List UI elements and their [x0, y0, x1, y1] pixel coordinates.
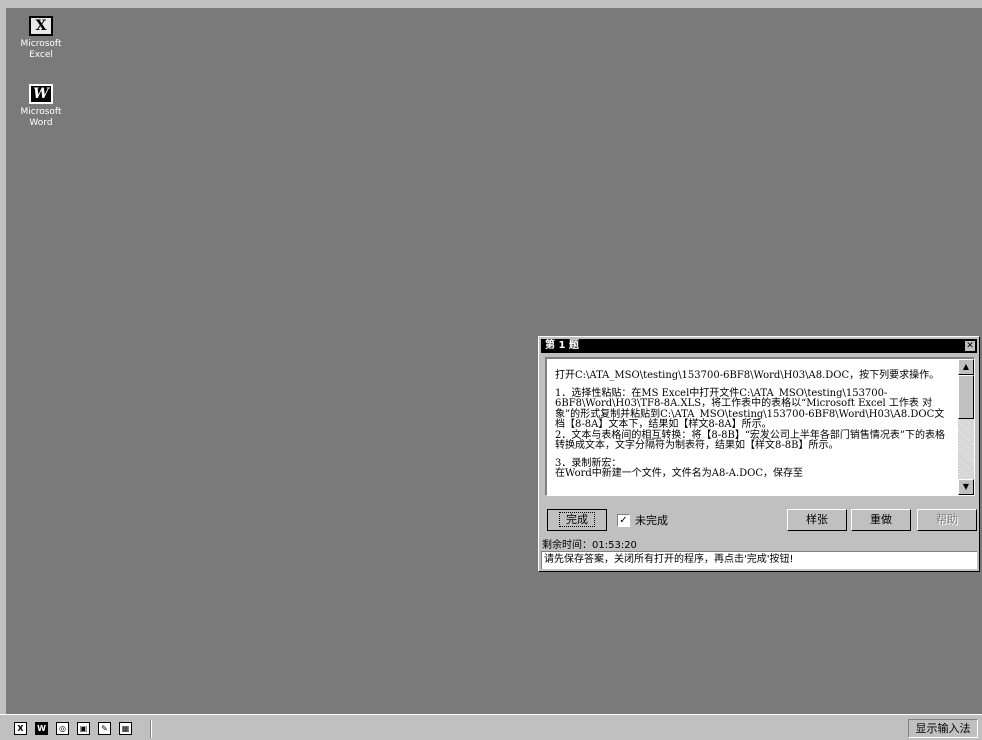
image-icon[interactable]: ▦ — [119, 722, 132, 735]
finish-button[interactable]: 完成 — [547, 509, 607, 531]
finish-button-label: 完成 — [559, 512, 595, 527]
checkbox-label: 未完成 — [635, 514, 668, 527]
close-icon[interactable]: ✕ — [965, 341, 975, 351]
hint-text: 请先保存答案，关闭所有打开的程序，再点击'完成'按钮! — [544, 554, 794, 565]
question-paragraph: 3．录制新宏： 在Word中新建一个文件，文件名为A8-A.DOC，保存至 — [555, 457, 804, 479]
timer-label: 剩余时间： — [542, 540, 592, 551]
exam-question-dialog: 第 1 题 ✕ 打开C:\ATA_MSO\testing\153700-6BF8… — [538, 336, 980, 572]
hint-status-bar: 请先保存答案，关闭所有打开的程序，再点击'完成'按钮! — [541, 551, 977, 569]
show-ime-button[interactable]: 显示输入法 — [908, 719, 978, 738]
question-text: 打开C:\ATA_MSO\testing\153700-6BF8\Word\H0… — [555, 370, 951, 487]
excel-icon[interactable]: X — [14, 722, 27, 735]
timer-value: 01:53:20 — [592, 540, 637, 551]
desktop-icon-label: Microsoft — [20, 107, 62, 117]
excel-icon: X — [29, 16, 53, 36]
scrollbar-thumb[interactable] — [958, 375, 974, 419]
desktop-icon-label: Microsoft — [20, 39, 62, 49]
sample-button[interactable]: 样张 — [787, 509, 847, 531]
incomplete-checkbox[interactable]: ✓ 未完成 — [617, 512, 668, 528]
desktop-icon-label: Word — [29, 118, 53, 128]
desktop-icon-excel[interactable]: X Microsoft Excel — [6, 16, 76, 61]
question-paragraph: 打开C:\ATA_MSO\testing\153700-6BF8\Word\H0… — [555, 370, 940, 381]
scroll-up-icon[interactable]: ▲ — [958, 359, 974, 375]
scroll-down-icon[interactable]: ▼ — [958, 479, 974, 495]
question-paragraph: 1．选择性粘贴：在MS Excel中打开文件C:\ATA_MSO\testing… — [555, 387, 946, 451]
help-button[interactable]: 帮助 — [917, 509, 977, 531]
remaining-time: 剩余时间：01:53:20 — [542, 536, 637, 551]
checkbox-check-icon[interactable]: ✓ — [617, 513, 630, 527]
word-icon[interactable]: W — [35, 722, 48, 735]
vertical-scrollbar[interactable]: ▲ ▼ — [958, 359, 974, 495]
desktop-icon-label: Excel — [29, 50, 53, 60]
pen-icon[interactable]: ✎ — [98, 722, 111, 735]
dialog-title: 第 1 题 — [545, 340, 579, 351]
taskbar: X W ◎ ▣ ✎ ▦ 显示输入法 — [0, 714, 982, 740]
redo-button[interactable]: 重做 — [851, 509, 911, 531]
word-icon: W — [29, 84, 53, 104]
dialog-titlebar[interactable]: 第 1 题 ✕ — [541, 339, 977, 353]
question-text-panel[interactable]: 打开C:\ATA_MSO\testing\153700-6BF8\Word\H0… — [545, 357, 975, 496]
desktop-icon-word[interactable]: W Microsoft Word — [6, 84, 76, 129]
ppt-icon[interactable]: ▣ — [77, 722, 90, 735]
taskbar-separator — [150, 720, 152, 738]
web-icon[interactable]: ◎ — [56, 722, 69, 735]
